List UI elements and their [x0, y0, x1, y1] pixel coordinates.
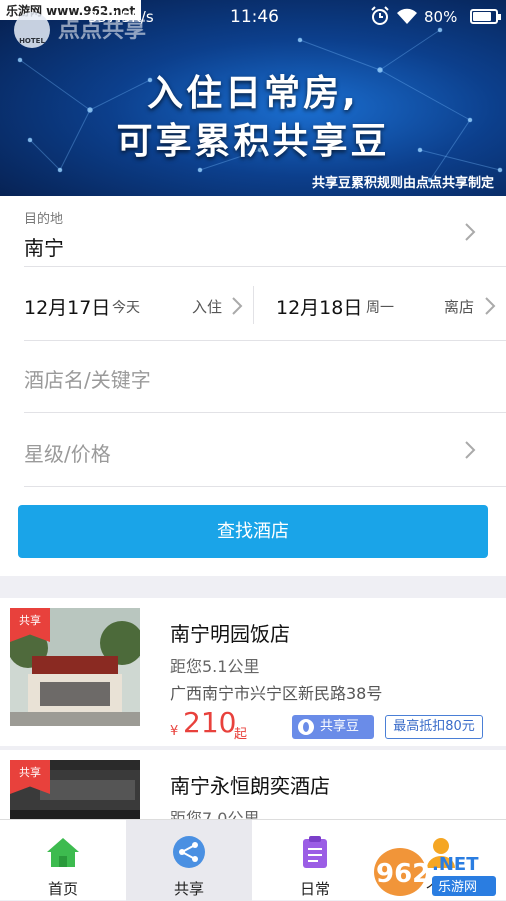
divider	[24, 340, 506, 341]
divider	[24, 412, 506, 413]
chevron-right-icon	[231, 296, 243, 316]
tab-home[interactable]: 首页	[0, 820, 126, 901]
tab-label: 日常	[299, 880, 330, 898]
chevron-right-icon	[464, 440, 476, 460]
svg-text:乐游网: 乐游网	[438, 880, 477, 895]
share-icon	[173, 836, 205, 868]
hotel-price: 210	[183, 706, 237, 739]
price-suffix: 起	[234, 727, 248, 742]
hotel-name: 南宁永恒朗奕酒店	[170, 774, 330, 798]
destination-label: 目的地	[24, 212, 64, 227]
svg-text:.NET: .NET	[432, 854, 479, 875]
chevron-right-icon	[464, 222, 476, 242]
corner-watermark-logo: 962 .NET 乐游网	[374, 848, 496, 896]
hotel-name: 南宁明园饭店	[170, 622, 290, 646]
share-bean-badge: 共享豆	[292, 715, 374, 739]
tab-label: 首页	[47, 880, 78, 898]
keyword-input[interactable]: 酒店名/关键字	[24, 364, 151, 393]
checkout-label: 离店	[444, 298, 475, 316]
tab-daily[interactable]: 日常	[252, 820, 378, 901]
checkout-day: 周一	[366, 300, 394, 316]
star-price-field: 星级/价格	[24, 442, 111, 466]
date-separator	[253, 286, 254, 324]
banner-headline-2: 可享累积共享豆	[116, 121, 390, 162]
brand-logo: HOTEL	[14, 12, 50, 48]
clipboard-icon	[303, 836, 327, 868]
svg-text:962: 962	[376, 859, 430, 889]
tab-label: 共享	[173, 880, 204, 898]
tab-share[interactable]: 共享	[126, 820, 252, 901]
share-bean-label: 共享豆	[320, 719, 360, 734]
hotel-address: 广西南宁市兴宁区新民路38号	[170, 684, 383, 703]
alarm-icon	[371, 6, 389, 25]
bean-icon	[298, 719, 314, 735]
hotel-search-form: 目的地 南宁 12月17日 今天 入住 12月18日 周一 离店 酒店名/关键字…	[0, 196, 506, 576]
checkin-label: 入住	[192, 298, 223, 316]
battery-percent: 80%	[424, 8, 458, 26]
banner-note: 共享豆累积规则由点点共享制定	[311, 176, 494, 191]
battery-fill	[473, 12, 491, 21]
checkin-date: 12月17日	[24, 297, 111, 319]
chevron-right-icon	[484, 296, 496, 316]
checkout-date: 12月18日	[276, 297, 363, 319]
promo-banner[interactable]: 乐游网 www.962.net 357.5K/s 11:46 80% HOTEL…	[0, 0, 506, 196]
wifi-icon	[397, 8, 417, 24]
find-hotel-button[interactable]: 查找酒店	[18, 505, 488, 558]
currency-symbol: ¥	[170, 724, 179, 739]
banner-headline-1: 入住日常房,	[147, 73, 359, 114]
divider	[24, 266, 506, 267]
hotel-distance: 距您5.1公里	[170, 657, 260, 676]
max-deduct-badge: 最高抵扣80元	[385, 715, 483, 739]
hotel-card[interactable]: 共享 南宁明园饭店 距您5.1公里 广西南宁市兴宁区新民路38号 ¥ 210 起…	[0, 598, 506, 746]
brand-name: 点点共享	[58, 18, 147, 43]
checkin-day: 今天	[112, 300, 140, 316]
battery-icon	[470, 9, 501, 24]
destination-value: 南宁	[24, 236, 64, 260]
home-icon	[47, 838, 79, 867]
divider	[24, 486, 506, 487]
clock: 11:46	[230, 7, 279, 27]
